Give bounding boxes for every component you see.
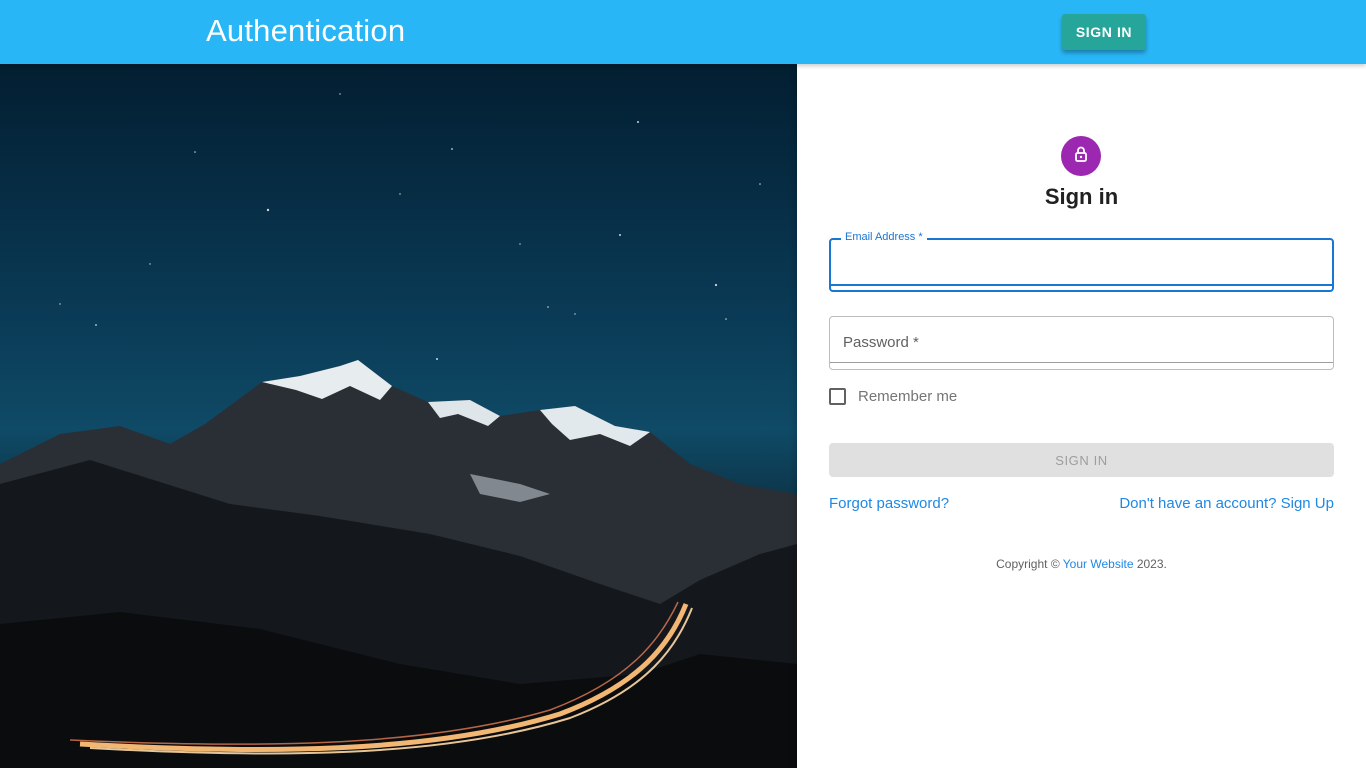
sign-up-link[interactable]: Don't have an account? Sign Up [1119, 495, 1334, 512]
website-link[interactable]: Your Website [1063, 557, 1134, 571]
password-label: Password * [843, 334, 919, 351]
copyright-prefix: Copyright © [996, 557, 1063, 571]
sign-in-heading: Sign in [1044, 184, 1119, 209]
sign-in-submit-button[interactable]: SIGN IN [829, 443, 1334, 477]
landscape-photo [0, 64, 797, 768]
forgot-password-link[interactable]: Forgot password? [829, 495, 949, 512]
app-bar: Authentication SIGN IN [0, 0, 1366, 64]
email-underline [831, 284, 1332, 286]
remember-me-row[interactable]: Remember me [829, 388, 957, 405]
email-field[interactable]: Email Address * [829, 231, 1334, 292]
app-title: Authentication [206, 13, 406, 48]
hero-image-art [0, 93, 797, 768]
lock-avatar [1061, 136, 1101, 176]
copyright-suffix: 2023. [1133, 557, 1167, 571]
password-underline [830, 362, 1333, 363]
copyright-footer: Copyright © Your Website 2023. [797, 557, 1366, 571]
lock-icon [1071, 144, 1091, 169]
sign-in-panel: Sign in Email Address * Password * Remem… [797, 64, 1366, 768]
remember-me-label: Remember me [858, 388, 958, 405]
password-field[interactable]: Password * [829, 316, 1334, 370]
remember-me-checkbox[interactable] [829, 388, 846, 405]
header-sign-in-button[interactable]: SIGN IN [1062, 14, 1146, 50]
email-label: Email Address * [841, 231, 927, 243]
